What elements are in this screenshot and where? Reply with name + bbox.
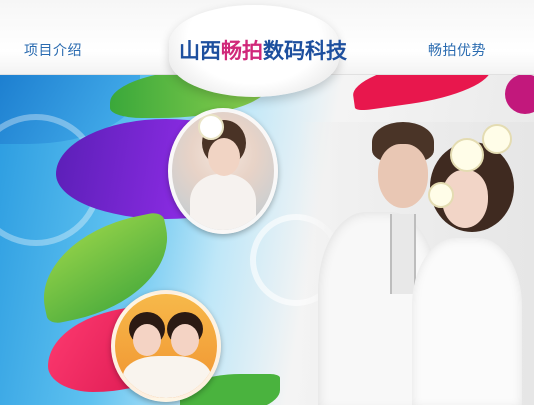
decor-circle-magenta	[505, 74, 534, 114]
man-face-shape	[378, 144, 428, 208]
nav-link-advantages[interactable]: 畅拍优势	[428, 40, 486, 60]
flower-icon	[198, 114, 224, 140]
nav-link-project-intro[interactable]: 项目介绍	[24, 40, 82, 60]
page: 项目介绍 畅拍优势 山西畅拍数码科技	[0, 0, 534, 405]
decor-leaf-red-top	[349, 74, 495, 112]
logo-text-part-2: 畅拍	[221, 39, 263, 63]
bride-dress-shape	[190, 174, 256, 230]
logo-text-part-1: 山西	[179, 39, 221, 63]
flower-icon	[428, 182, 454, 208]
logo-text-part-3: 数码科技	[263, 39, 347, 63]
couple-wedding-photo[interactable]	[300, 122, 534, 405]
flower-icon	[482, 124, 512, 154]
hero-banner	[0, 74, 534, 405]
bride-face-shape	[208, 138, 240, 176]
girl-right-face-shape	[171, 324, 199, 356]
woman-dress-shape	[412, 238, 522, 405]
logo-badge[interactable]: 山西畅拍数码科技	[169, 5, 347, 97]
portrait-two-girls-bunny-ears[interactable]	[111, 290, 221, 402]
portrait-bride-flowers[interactable]	[168, 108, 278, 234]
logo-text: 山西畅拍数码科技	[179, 35, 347, 65]
man-tie-shape	[390, 214, 416, 294]
girls-outfit-shape	[123, 356, 211, 398]
girl-left-face-shape	[133, 324, 161, 356]
flower-icon	[450, 138, 484, 172]
